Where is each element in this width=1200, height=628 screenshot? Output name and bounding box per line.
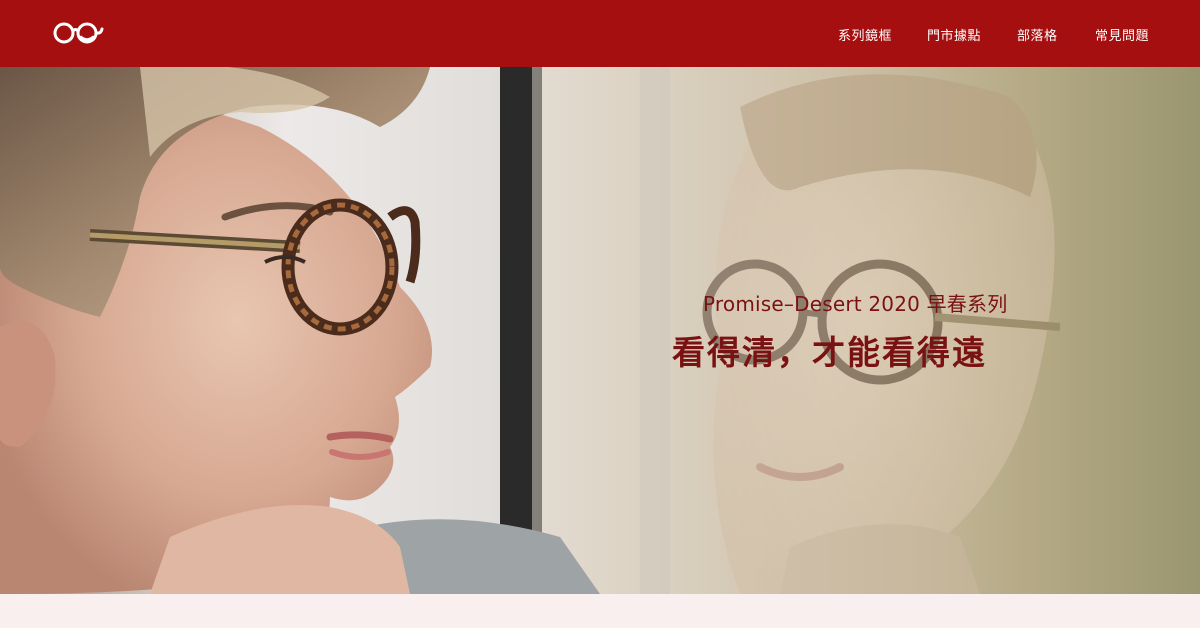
hero-photo xyxy=(0,67,1200,594)
top-header: 系列鏡框 門市據點 部落格 常見問題 xyxy=(0,0,1200,67)
nav-item-stores[interactable]: 門市據點 xyxy=(927,25,981,44)
hero-banner: Promise–Desert 2020 早春系列 看得清，才能看得遠 xyxy=(0,67,1200,594)
nav-item-faq[interactable]: 常見問題 xyxy=(1095,25,1149,44)
nav-item-collections[interactable]: 系列鏡框 xyxy=(838,25,892,44)
hero-subtitle: Promise–Desert 2020 早春系列 xyxy=(703,292,1008,316)
glasses-logo-icon[interactable] xyxy=(52,15,106,51)
hero-title: 看得清，才能看得遠 xyxy=(672,333,987,372)
nav-item-blog[interactable]: 部落格 xyxy=(1017,25,1058,44)
bottom-strip xyxy=(0,594,1200,628)
